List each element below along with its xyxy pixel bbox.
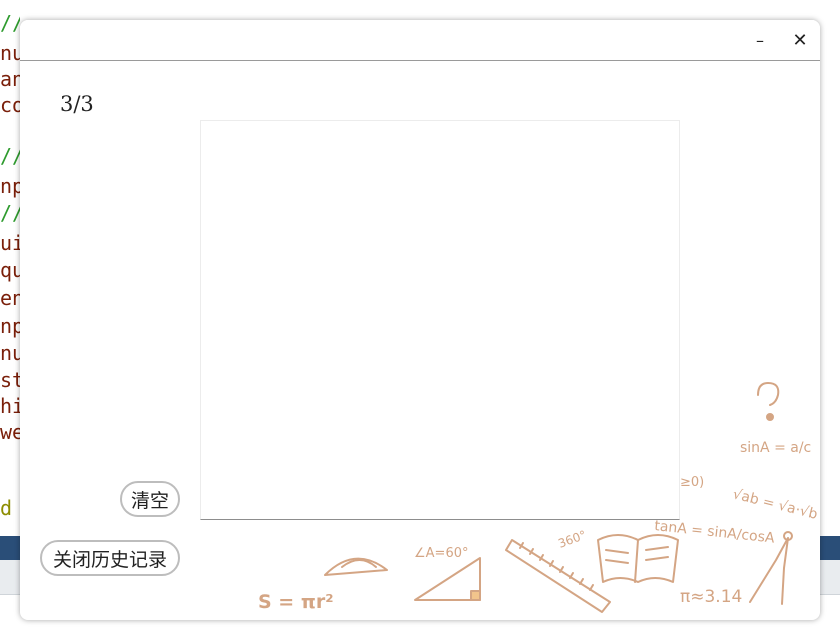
compass-icon xyxy=(749,537,789,605)
code-line: //初始化 xyxy=(0,11,20,35)
formula-angle: ∠A=60° xyxy=(414,546,468,561)
code-line: //技 xyxy=(0,201,20,225)
code-line: sta xyxy=(0,368,20,392)
code-line: nu xyxy=(0,41,20,65)
formula-partial: ≥0) xyxy=(680,475,704,490)
code-line: //显 xyxy=(0,144,20,168)
formula-area: S = πr² xyxy=(258,591,334,613)
triangle-icon xyxy=(414,557,481,601)
code-line: co xyxy=(0,93,20,117)
code-line: ui- xyxy=(0,231,20,255)
close-history-button[interactable]: 关闭历史记录 xyxy=(40,540,180,576)
code-line: d xyxy=(0,496,13,520)
history-dialog: – ✕ 3/3 清空 关闭历史记录 sinA = a/c √ab = √a·√b… xyxy=(20,20,820,620)
formula-sin: sinA = a/c xyxy=(740,440,811,456)
formula-pi: π≈3.14 xyxy=(680,587,742,607)
protractor-icon xyxy=(324,557,388,576)
book-icon xyxy=(597,534,679,583)
dialog-titlebar: – ✕ xyxy=(20,20,820,61)
clear-button[interactable]: 清空 xyxy=(120,481,180,517)
code-line: np xyxy=(0,314,20,338)
history-counter: 3/3 xyxy=(60,92,94,116)
question-mark-dot-icon xyxy=(766,413,774,421)
code-line: we xyxy=(0,420,20,444)
question-mark-icon xyxy=(757,382,780,406)
code-line: an xyxy=(0,67,20,91)
code-line: qu xyxy=(0,258,20,282)
code-line: en xyxy=(0,286,20,310)
formula-sqrt: √ab = √a·√b xyxy=(731,486,819,523)
code-line: his xyxy=(0,394,20,418)
code-line: np xyxy=(0,174,20,198)
code-line: nu xyxy=(0,341,20,365)
formula-tan: tanA = sinA/cosA xyxy=(654,518,776,547)
close-button[interactable]: ✕ xyxy=(780,20,820,60)
drawing-canvas[interactable] xyxy=(200,120,680,520)
minimize-button[interactable]: – xyxy=(740,20,780,60)
formula-360: 360° xyxy=(556,528,588,551)
ruler-icon xyxy=(505,539,611,613)
